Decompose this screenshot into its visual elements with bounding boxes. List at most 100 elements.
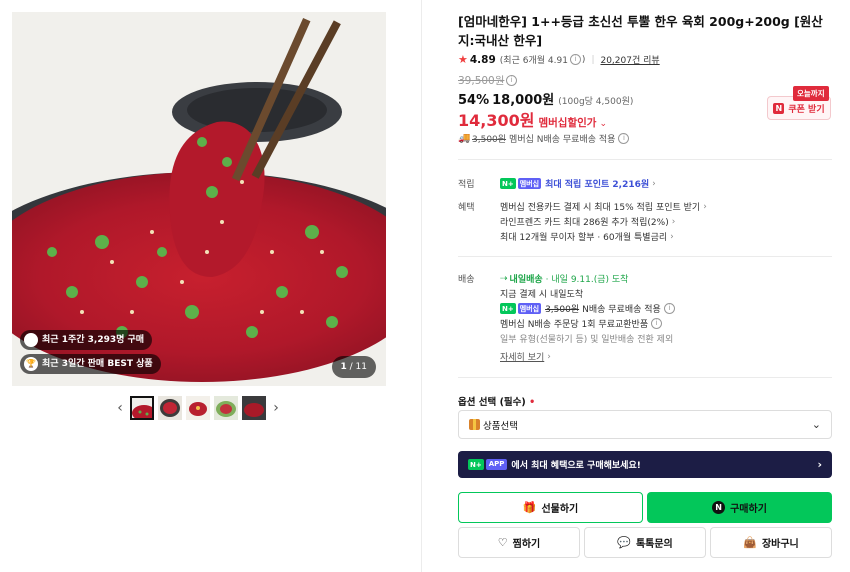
shopping-bag-icon: 👜: [743, 536, 757, 549]
thumbnail-3[interactable]: [186, 396, 210, 420]
free-shipping-row: N+ 멤버십 3,500원 N배송 무료배송 적용 i: [500, 302, 675, 315]
option-select-value: 상품선택: [483, 420, 518, 432]
thumbnail-2[interactable]: [158, 396, 182, 420]
benefit-line-3[interactable]: 최대 12개월 무이자 할부 · 60개월 특별금리 ›: [500, 230, 674, 244]
coupon-label: 쿠폰 받기: [788, 104, 825, 115]
exclude-row: 일부 유형(선물하기 등) 및 일반배송 전환 제외: [500, 332, 673, 345]
benefit-line-2[interactable]: 라인프렌즈 카드 최대 286원 추가 적립(2%) ›: [500, 215, 676, 229]
arrival-text: · 내일 9.11.(금) 도착: [545, 275, 629, 285]
required-mark: •: [529, 397, 536, 408]
benefits-label: 혜택: [458, 203, 475, 213]
shipping-original: 3,500원: [472, 135, 507, 145]
product-main-image[interactable]: 🛍 최근 1주간 3,293명 구매 🏆 최근 3일간 판매 BEST 상품 1…: [12, 12, 386, 386]
rating-row: ★ 4.89 (최근 6개월 4.91 i) | 20,207건 리뷰: [458, 53, 660, 66]
exchange-info-icon[interactable]: i: [651, 318, 663, 329]
more-details-text: 자세히 보기: [500, 353, 545, 363]
weekly-purchase-badge: 🛍 최근 1주간 3,293명 구매: [20, 330, 153, 350]
thumbnail-4[interactable]: [214, 396, 238, 420]
points-text: 최대 적립 포인트 2,216원: [545, 180, 650, 190]
arrival-tag: 내일배송: [509, 275, 543, 285]
coupon-deadline-tag: 오늘까지: [793, 86, 829, 101]
gift-box-icon: [469, 419, 480, 430]
rating-score: 4.89: [469, 53, 496, 66]
cart-badge-icon: 🛍: [24, 333, 38, 347]
app-promo-banner[interactable]: N+ APP 에서 최대 혜택으로 구매해보세요! ›: [458, 451, 832, 478]
naver-n-icon: N: [773, 102, 785, 114]
exchange-row: 멤버십 N배송 주문당 1회 무료교환반품 i: [500, 317, 663, 330]
thumbnail-image: [158, 396, 182, 420]
divider: |: [591, 54, 595, 65]
member-price-row[interactable]: 14,300원 멤버십할인가 ⌄: [458, 107, 607, 131]
buy-button-label: 구매하기: [730, 504, 767, 515]
chevron-right-icon: ›: [671, 216, 676, 227]
sale-price: 18,000원: [492, 93, 555, 108]
trophy-badge-icon: 🏆: [24, 357, 38, 371]
star-icon: ★: [458, 53, 468, 66]
wish-button[interactable]: ♡ 찜하기: [458, 527, 580, 558]
exchange-text: 멤버십 N배송 주문당 1회 무료교환반품: [500, 320, 649, 330]
chevron-right-icon: ›: [703, 201, 707, 212]
points-label: 적립: [458, 180, 475, 190]
chevron-right-icon: ›: [547, 351, 551, 362]
option-label: 옵션 선택 (필수) •: [458, 394, 535, 408]
exclude-text: 일부 유형(선물하기 등) 및 일반배송 전환 제외: [500, 335, 674, 345]
rating-recent: (최근 6개월 4.91: [499, 56, 568, 66]
npay-icon: N+: [468, 459, 484, 470]
talk-inquiry-button[interactable]: 💬 톡톡문의: [584, 527, 706, 558]
delivery-label: 배송: [458, 275, 475, 285]
chevron-right-icon: ›: [817, 458, 822, 471]
chevron-down-icon: ⌄: [811, 418, 821, 431]
benefit-text: 최대 12개월 무이자 할부 · 60개월 특별금리: [500, 233, 668, 243]
thumbnail-1[interactable]: [130, 396, 154, 420]
unit-price: (100g당 4,500원): [558, 97, 634, 107]
thumbnail-5[interactable]: [242, 396, 266, 420]
membership-badge: 멤버십: [517, 178, 542, 189]
original-price-row: 39,500원: [458, 73, 504, 88]
thumbnail-image: [132, 398, 152, 418]
chevron-right-icon: ›: [652, 178, 656, 189]
promo-text: 에서 최대 혜택으로 구매해보세요!: [511, 461, 641, 471]
chevron-down-icon: ⌄: [599, 119, 607, 129]
points-row[interactable]: N+ 멤버십 최대 적립 포인트 2,216원 ›: [500, 177, 656, 190]
counter-total: / 11: [349, 362, 367, 372]
benefit-line-1[interactable]: 멤버십 전용카드 결제 시 최대 15% 적립 포인트 받기 ›: [500, 200, 707, 214]
thumbnail-image: [186, 396, 210, 420]
image-counter: 1 / 11: [331, 356, 376, 378]
rating-close-paren: ): [581, 54, 586, 65]
price-info-icon[interactable]: i: [506, 75, 517, 86]
gallery-panel: 🛍 최근 1주간 3,293명 구매 🏆 최근 3일간 판매 BEST 상품 1…: [0, 0, 422, 572]
thumbnail-image: [214, 396, 238, 420]
order-note-row: 지금 결제 시 내일도착: [500, 287, 583, 300]
npay-icon: N+: [500, 303, 516, 314]
divider-line: [458, 377, 832, 378]
truck-icon: 🚚: [458, 133, 471, 144]
cart-button[interactable]: 👜 장바구니: [710, 527, 832, 558]
sale-price-row: 54% 18,000원 (100g당 4,500원): [458, 89, 633, 108]
heart-icon: ♡: [497, 536, 508, 549]
buy-button[interactable]: N 구매하기: [647, 492, 832, 523]
original-price: 39,500원: [458, 75, 505, 87]
thumbnail-strip: ‹ ›: [112, 396, 284, 420]
thumbnail-image: [242, 396, 266, 420]
gift-button[interactable]: 🎁 선물하기: [458, 492, 643, 523]
info-icon[interactable]: i: [569, 54, 581, 65]
gift-icon: 🎁: [522, 501, 537, 514]
best-seller-badge: 🏆 최근 3일간 판매 BEST 상품: [20, 354, 161, 374]
shipping-info-icon[interactable]: i: [618, 133, 630, 144]
naver-n-icon: N: [712, 501, 726, 514]
shipping-text: 멤버십 N배송 무료배송 적용: [509, 135, 616, 145]
option-select[interactable]: 상품선택 ⌄: [458, 410, 832, 439]
discount-percent: 54%: [458, 93, 490, 108]
more-details-link[interactable]: 자세히 보기 ›: [500, 350, 551, 364]
thumb-next-arrow-icon[interactable]: ›: [268, 400, 284, 416]
review-count-link[interactable]: 20,207건 리뷰: [600, 53, 659, 66]
counter-current: 1: [340, 362, 347, 372]
thumb-prev-arrow-icon[interactable]: ‹: [112, 400, 128, 416]
shipping-row: 🚚 3,500원 멤버십 N배송 무료배송 적용 i: [458, 132, 630, 145]
free-shipping-info-icon[interactable]: i: [663, 303, 675, 314]
talk-button-label: 톡톡문의: [635, 539, 673, 550]
gift-button-label: 선물하기: [541, 504, 579, 515]
npay-icon: N+: [500, 178, 516, 189]
free-shipping-text: N배송 무료배송 적용: [582, 305, 661, 315]
product-title: [엄마네한우] 1++등급 초신선 투뿔 한우 육회 200g+200g [원산…: [458, 14, 823, 48]
